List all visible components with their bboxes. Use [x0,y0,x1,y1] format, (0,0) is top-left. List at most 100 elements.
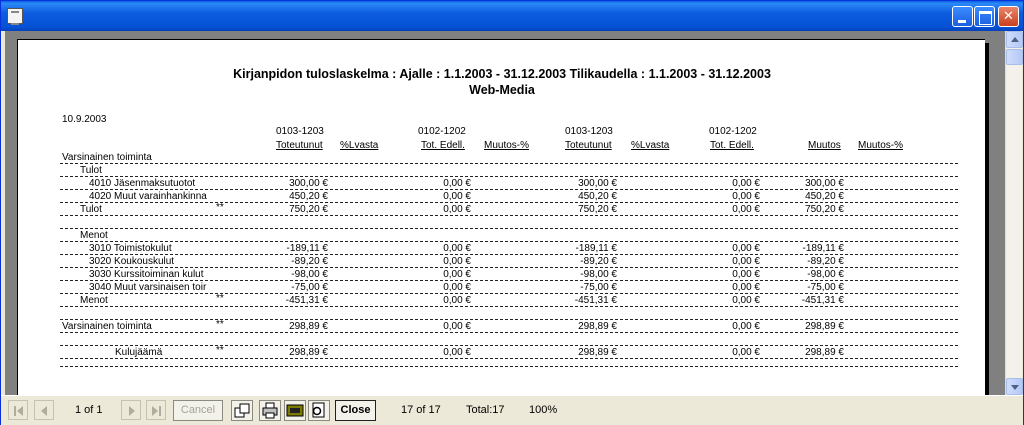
row-value: 0,00 € [443,243,471,254]
row-value: -75,00 € [807,282,844,293]
row-value: 298,89 € [805,347,844,358]
total-count: Total:17 [466,404,505,416]
column-header: Muutos-% [484,140,530,151]
row-value: 0,00 € [732,295,760,306]
report-date: 10.9.2003 [62,114,107,125]
export-icon[interactable] [231,400,253,421]
row-value: -89,20 € [807,256,844,267]
scroll-up-icon[interactable] [1006,31,1023,48]
row-value: -98,00 € [580,269,617,280]
row-value: 450,20 € [289,191,328,202]
row-value: -189,11 € [802,243,844,254]
row-value: 0,00 € [732,282,760,293]
row-label: 4020 Muut varainhankinna [89,191,207,202]
printer-setup-icon[interactable] [284,400,306,421]
dashed-separator [60,202,958,203]
next-page-icon[interactable] [121,400,141,420]
row-label: Varsinainen toiminta [62,152,152,163]
row-label: Kulujäämä [115,347,163,358]
row-label: Varsinainen toiminta [62,321,152,332]
report-viewport[interactable]: Kirjanpidon tuloslaskelma : Ajalle : 1.1… [5,31,1005,395]
row-value: -98,00 € [807,269,844,280]
row-value: 0,00 € [443,191,471,202]
printer-icon[interactable] [259,400,281,421]
dashed-separator [60,241,958,242]
dashed-separator [60,189,958,190]
previous-page-icon[interactable] [34,400,54,420]
report-page: Kirjanpidon tuloslaskelma : Ajalle : 1.1… [17,39,985,395]
row-value: 0,00 € [732,256,760,267]
dashed-separator [60,280,958,281]
row-value: -451,31 € [801,295,844,306]
row-value: 750,20 € [289,204,328,215]
column-header: Toteutunut [276,140,323,151]
row-value: 750,20 € [578,204,617,215]
row-value: 300,00 € [289,178,328,189]
close-button[interactable]: Close [335,400,376,421]
first-page-icon[interactable] [8,400,28,420]
row-value: -98,00 € [291,269,328,280]
column-header: %Lvasta [340,140,379,151]
search-icon[interactable] [308,400,330,421]
row-value: -189,11 € [286,243,328,254]
dashed-separator [60,293,958,294]
row-value: -451,31 € [285,295,328,306]
report-app-icon[interactable] [7,8,23,25]
row-value: -451,31 € [574,295,617,306]
period-label: 0102-1202 [418,126,466,137]
row-value: 298,89 € [805,321,844,332]
row-value: 0,00 € [732,191,760,202]
dashed-separator [60,176,958,177]
dashed-separator [60,366,958,367]
dashed-separator [60,332,958,333]
row-value: 298,89 € [289,347,328,358]
dashed-separator [60,228,958,229]
row-value: 0,00 € [732,178,760,189]
column-header: Muutos-% [858,140,904,151]
row-label: Tulot [80,204,102,215]
row-value: 0,00 € [732,347,760,358]
row-value: 0,00 € [443,295,471,306]
navigation-toolbar: 1 of 1 Cancel Close 17 of 17 Total:17 10… [1,395,1023,425]
row-value: 300,00 € [805,178,844,189]
period-label: 0103-1203 [565,126,613,137]
zoom-level: 100% [529,404,558,416]
row-value: 750,20 € [805,204,844,215]
row-value: -89,20 € [580,256,617,267]
row-value: 0,00 € [443,282,471,293]
row-value: -75,00 € [580,282,617,293]
row-value: 300,00 € [578,178,617,189]
subtotal-marker: ** [216,293,224,304]
row-value: 0,00 € [732,243,760,254]
dashed-separator [60,319,958,320]
title-bar[interactable]: ✕ [1,1,1023,31]
dashed-separator [60,163,958,164]
row-value: 0,00 € [443,204,471,215]
cancel-button[interactable]: Cancel [173,400,223,421]
close-window-button[interactable]: ✕ [998,6,1019,27]
row-value: 0,00 € [732,321,760,332]
row-value: 298,89 € [578,347,617,358]
scroll-thumb[interactable] [1006,49,1023,65]
row-value: 0,00 € [443,347,471,358]
dashed-separator [60,215,958,216]
row-label: 3030 Kurssitoiminan kulut [89,269,204,280]
maximize-button[interactable] [974,6,995,27]
row-label: 3040 Muut varsinaisen toir [89,282,207,293]
column-header: Tot. Edell. [710,140,754,151]
row-value: 0,00 € [443,269,471,280]
record-count: 17 of 17 [401,404,441,416]
column-header: %Lvasta [631,140,670,151]
dashed-separator [60,345,958,346]
vertical-scrollbar[interactable] [1005,31,1023,395]
row-label: 3020 Koukouskulut [89,256,175,267]
minimize-button[interactable] [952,6,973,27]
dashed-separator [60,306,958,307]
period-label: 0102-1202 [709,126,757,137]
page-indicator: 1 of 1 [75,404,103,416]
row-value: 0,00 € [443,178,471,189]
report-viewer-window: ✕ Kirjanpidon tuloslaskelma : Ajalle : 1… [0,0,1024,425]
last-page-icon[interactable] [146,400,166,420]
scroll-down-icon[interactable] [1006,378,1023,395]
subtotal-marker: ** [216,202,224,213]
